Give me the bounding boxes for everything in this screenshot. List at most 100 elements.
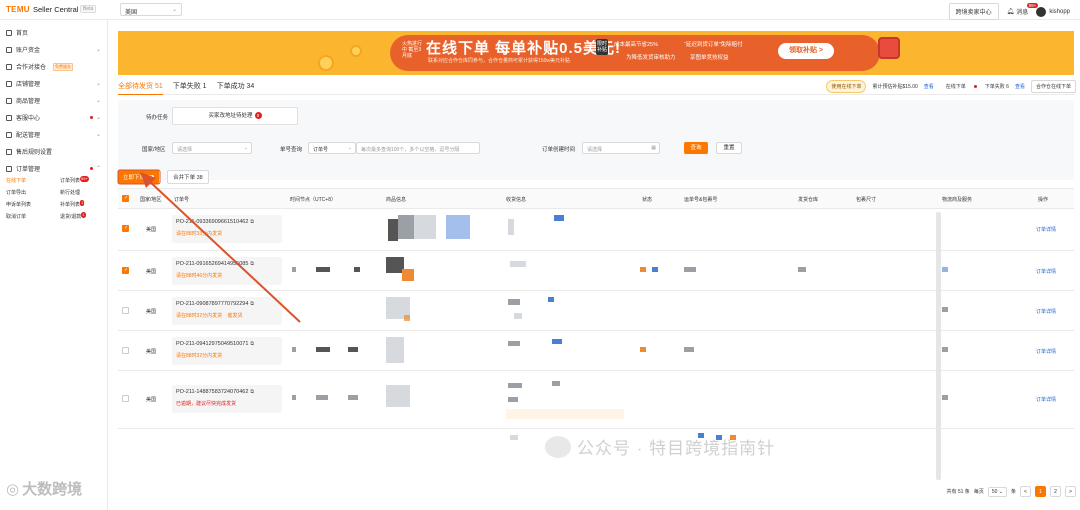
submenu-cancel-order[interactable]: 取消订单 [6,213,60,222]
temu-logo[interactable]: TEMU [6,5,30,14]
tab-all-pending[interactable]: 全部待发货 51 [118,81,163,95]
copy-icon[interactable]: ⧉ [250,261,254,267]
table-row[interactable]: 美国 PO-211-14887583724070462 ⧉ 已逾期，建议尽快完成发… [118,371,1074,429]
copy-icon[interactable]: ⧉ [250,219,254,225]
submenu-online-order[interactable]: 在线下单 [6,177,60,186]
place-order-now-button[interactable]: 立即下单 2 [118,170,160,184]
address-redacted [508,299,520,305]
view-subsidy-link[interactable]: 查看 [924,83,934,90]
task-address-change[interactable]: 买家改地址待处理 0 [172,107,298,125]
select-all-checkbox[interactable] [122,195,129,202]
order-detail-link[interactable]: 订单详情 [1036,226,1056,233]
urge-ship-link[interactable]: 催发货 [228,313,243,319]
table-row[interactable]: 美国 PO-211-09087897770792294 ⧉ 请在88时32分内发货… [118,291,1074,331]
row-checkbox[interactable] [122,347,129,354]
coin-icon [318,55,334,71]
partner-online-order-button[interactable]: 合作仓在线下单 [1030,80,1076,93]
row-checkbox[interactable] [122,395,129,402]
column-header: 商品信息 [386,197,407,203]
page-2-button[interactable]: 2 [1050,486,1061,497]
order-detail-link[interactable]: 订单详情 [1036,268,1056,275]
claim-subsidy-button[interactable]: 领取补贴 > [778,43,834,59]
submenu-new-handling[interactable]: 新行处理 [60,189,110,198]
submenu-appeal-list[interactable]: 申诉单列表 [6,201,60,210]
submenu-order-list[interactable]: 订单列表 99+ [60,176,110,186]
row-checkbox[interactable] [122,267,129,274]
free-service-tag: 免费服务 [53,62,74,71]
sidebar-item-label: 商品管理 [16,99,41,105]
table-scrollbar[interactable] [936,212,941,480]
sidebar-item-label: 客服中心 [16,116,41,122]
messages-label: 消息 [1016,10,1029,16]
time-redacted [316,267,330,272]
number-search-input[interactable]: 每次最多查询100个，多个以空格、逗号分隔 [356,142,480,154]
order-number-text: PO-211-14887583724070462 [176,389,249,395]
product-icon [6,97,12,104]
copy-icon[interactable]: ⧉ [250,389,254,395]
order-number-text: PO-211-09087897770792294 [176,301,249,307]
row-checkbox[interactable] [122,225,129,232]
submenu-order-export[interactable]: 订单导出 [6,189,60,198]
number-type-select[interactable]: 订单号 ⌄ [308,142,356,154]
sidebar-item-orders[interactable]: 订单管理 ⌃ [0,160,107,177]
promo-banner[interactable]: 火热进行中 截至3月底 在线下单 每单补贴0.5美元! 联系对应合作仓库同参与，… [118,31,1074,75]
order-number[interactable]: PO-211-09412975049510071 ⧉ [176,341,254,347]
sidebar-item-label: 售后规则设置 [16,150,53,156]
order-detail-link[interactable]: 订单详情 [1036,308,1056,315]
chevron-down-icon: ⌄ [95,132,101,138]
region-select[interactable]: 美国 ⌄ [120,3,182,16]
reset-button[interactable]: 重置 [716,142,742,154]
tab-order-success[interactable]: 下单成功 34 [217,81,255,95]
store-icon [6,80,12,87]
task-label: 待办任务 [146,115,169,121]
sidebar-item-home[interactable]: 首页 [0,24,107,41]
top-bar: TEMU Seller Central Beta 美国 ⌄ 跨境卖家中心 🔔︎ … [0,0,1080,20]
table-row[interactable]: 美国 PO-211-09336909661510462⧉ 请在88时33分内发货… [118,209,1074,251]
delivery-icon [6,131,12,138]
table-row[interactable]: 美国 PO-211-09412975049510071 ⧉ 请在88时32分内发货… [118,331,1074,371]
sidebar-item-store[interactable]: 店铺管理 ⌄ [0,75,107,92]
page-1-button[interactable]: 1 [1035,486,1046,497]
notification-dot [90,116,93,119]
sidebar-item-aftersale[interactable]: 售后规则设置 [0,143,107,160]
next-page-button[interactable]: > [1065,486,1076,497]
order-detail-link[interactable]: 订单详情 [1036,396,1056,403]
copy-icon[interactable]: ⧉ [250,341,254,347]
page-size-select[interactable]: 50 ⌄ [987,486,1007,497]
warehouse-icon [6,63,12,70]
merge-order-button[interactable]: 合并下单 38 [167,170,209,184]
user-menu[interactable]: kishopp [1036,6,1070,17]
table-row[interactable]: 美国 PO-211-09165269414955085⧉ 请在88时46分内发货… [118,251,1074,291]
region-filter-select[interactable]: 请选择 ⌄ [172,142,252,154]
order-number[interactable]: PO-211-09165269414955085 ⧉ [176,261,254,267]
submenu-reissue-list[interactable]: 补单列表 1 [60,200,110,210]
sidebar-item-partner-warehouse[interactable]: 合作对接仓 免费服务 [0,58,107,75]
sidebar-item-delivery[interactable]: 配送管理 ⌄ [0,126,107,143]
copy-icon[interactable]: ⧉ [250,301,254,307]
submenu-return-refund[interactable]: 退货/退款 1 [60,212,110,222]
order-number[interactable]: PO-211-14887583724070462 ⧉ [176,389,254,395]
banner-tag: 限时补贴 [596,39,608,55]
time-range-picker[interactable]: 请选择 ▦ [582,142,660,154]
cross-border-center-button[interactable]: 跨境卖家中心 [948,3,999,20]
messages-button[interactable]: 🔔︎ 消息 99+ [1007,3,1039,16]
address-redacted [508,341,520,346]
service-icon [6,114,12,121]
order-number[interactable]: PO-211-09087897770792294 ⧉ [176,301,254,307]
page-size-value: 50 [991,488,998,495]
search-button[interactable]: 查询 [684,142,708,154]
order-number[interactable]: PO-211-09336909661510462 ⧉ [176,219,254,225]
logistics-redacted [942,347,948,352]
sidebar-item-label: 合作对接仓 [16,65,47,71]
view-fail-link[interactable]: 查看 [1015,83,1025,90]
prev-page-button[interactable]: < [1020,486,1031,497]
address-redacted [508,219,514,235]
sidebar-item-service[interactable]: 客服中心 ⌄ [0,109,107,126]
sidebar-item-products[interactable]: 商品管理 ⌄ [0,92,107,109]
tab-order-failed[interactable]: 下单失败 1 [173,81,207,95]
order-detail-link[interactable]: 订单详情 [1036,348,1056,355]
row-region: 美国 [146,269,157,275]
sidebar-item-account-funds[interactable]: 账户资金 ⌄ [0,41,107,58]
row-checkbox[interactable] [122,307,129,314]
product-thumbnail [404,315,410,321]
